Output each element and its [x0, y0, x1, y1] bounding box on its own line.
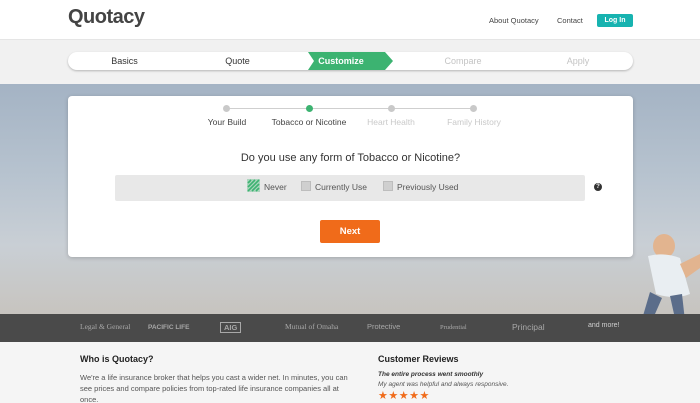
- quotacy-logo[interactable]: Quotacy: [68, 6, 145, 29]
- step-apply: Apply: [566, 56, 590, 66]
- partner-mutual-of-omaha-logo: Mutual of Omaha: [285, 322, 339, 331]
- star-rating-icon: ★★★★★: [378, 390, 430, 402]
- answer-options: Never Currently Use Previously Used: [115, 175, 585, 201]
- review-headline: The entire process went smoothly: [378, 371, 484, 378]
- step-customize[interactable]: Customize: [302, 52, 380, 70]
- checked-icon[interactable]: [247, 179, 260, 192]
- step-compare: Compare: [444, 56, 482, 66]
- step-quote[interactable]: Quote: [181, 52, 294, 70]
- partner-principal-logo: Principal: [512, 322, 545, 332]
- nav-about-link[interactable]: About Quotacy: [489, 16, 539, 25]
- reviews-title: Customer Reviews: [378, 354, 459, 364]
- about-text: We're a life insurance broker that helps…: [80, 373, 348, 403]
- nav-contact-link[interactable]: Contact: [557, 16, 583, 25]
- partner-aig-logo: AIG: [220, 322, 242, 333]
- progress-dot-your-build: [223, 105, 230, 112]
- partner-legal-general-logo: Legal & General: [80, 322, 131, 331]
- help-icon[interactable]: ?: [594, 183, 602, 191]
- progress-dot-heart-health: [388, 105, 395, 112]
- checkbox-previously-used[interactable]: [383, 181, 393, 191]
- next-button[interactable]: Next: [320, 220, 380, 243]
- progress-line: [227, 108, 310, 109]
- progress-label-family-history: Family History: [447, 117, 501, 127]
- question-card: Your Build Tobacco or Nicotine Heart Hea…: [68, 96, 633, 257]
- step-basics[interactable]: Basics: [68, 52, 181, 70]
- partner-prudential-logo: Prudential: [440, 324, 467, 331]
- step-navigation: Basics Quote Customize Compare Apply: [68, 52, 633, 70]
- option-currently-use[interactable]: Currently Use: [315, 182, 367, 192]
- partner-logos-band: Legal & General PACIFIC LIFE AIG Mutual …: [0, 314, 700, 342]
- partner-pacific-life-logo: PACIFIC LIFE: [148, 324, 190, 331]
- progress-dot-family-history: [470, 105, 477, 112]
- review-body: My agent was helpful and always responsi…: [378, 381, 509, 388]
- partner-protective-logo: Protective: [367, 322, 401, 331]
- checkbox-currently-use[interactable]: [301, 181, 311, 191]
- option-previously-used[interactable]: Previously Used: [397, 182, 458, 192]
- progress-dot-tobacco: [306, 105, 313, 112]
- site-header: Quotacy About Quotacy Contact Log In: [0, 0, 700, 40]
- login-button[interactable]: Log In: [597, 14, 633, 27]
- option-never[interactable]: Never: [264, 182, 287, 192]
- and-more-label: and more!: [588, 322, 620, 329]
- question-text: Do you use any form of Tobacco or Nicoti…: [240, 152, 461, 164]
- about-title: Who is Quotacy?: [80, 354, 154, 364]
